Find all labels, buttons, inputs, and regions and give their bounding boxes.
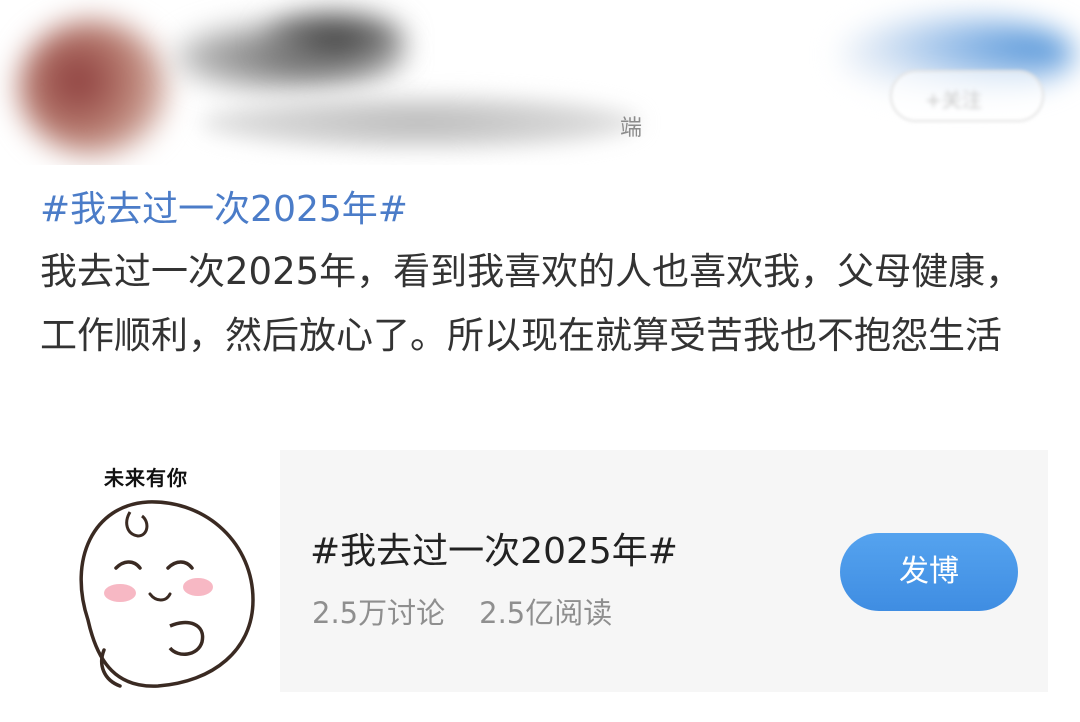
- post-topic-hashtag-link[interactable]: #我去过一次2025年#: [40, 180, 408, 232]
- post-meta-obscured: [200, 95, 640, 150]
- topic-card-title[interactable]: #我去过一次2025年#: [310, 522, 678, 574]
- read-count: 2.5亿阅读: [479, 596, 613, 630]
- discussion-count: 2.5万讨论: [312, 596, 446, 630]
- topic-stats: 2.5万讨论 2.5亿阅读: [312, 590, 612, 632]
- post-weibo-button[interactable]: 发博: [840, 533, 1018, 611]
- topic-card[interactable]: 未来有你 #我去过一次2025年# 2.5万讨论 2.5亿阅读 发博: [38, 450, 1048, 692]
- follow-button-label: +关注: [925, 88, 982, 112]
- post-header-obscured: +关注 端: [0, 0, 1080, 165]
- topic-thumbnail: 未来有你: [38, 450, 280, 692]
- avatar[interactable]: [18, 20, 168, 155]
- post-body-text: 我去过一次2025年，看到我喜欢的人也喜欢我，父母健康，工作顺利，然后放心了。所…: [40, 250, 1023, 357]
- username-obscured-dark: [265, 12, 405, 67]
- post-source-suffix: 端: [620, 116, 643, 141]
- thumbnail-caption: 未来有你: [104, 466, 188, 490]
